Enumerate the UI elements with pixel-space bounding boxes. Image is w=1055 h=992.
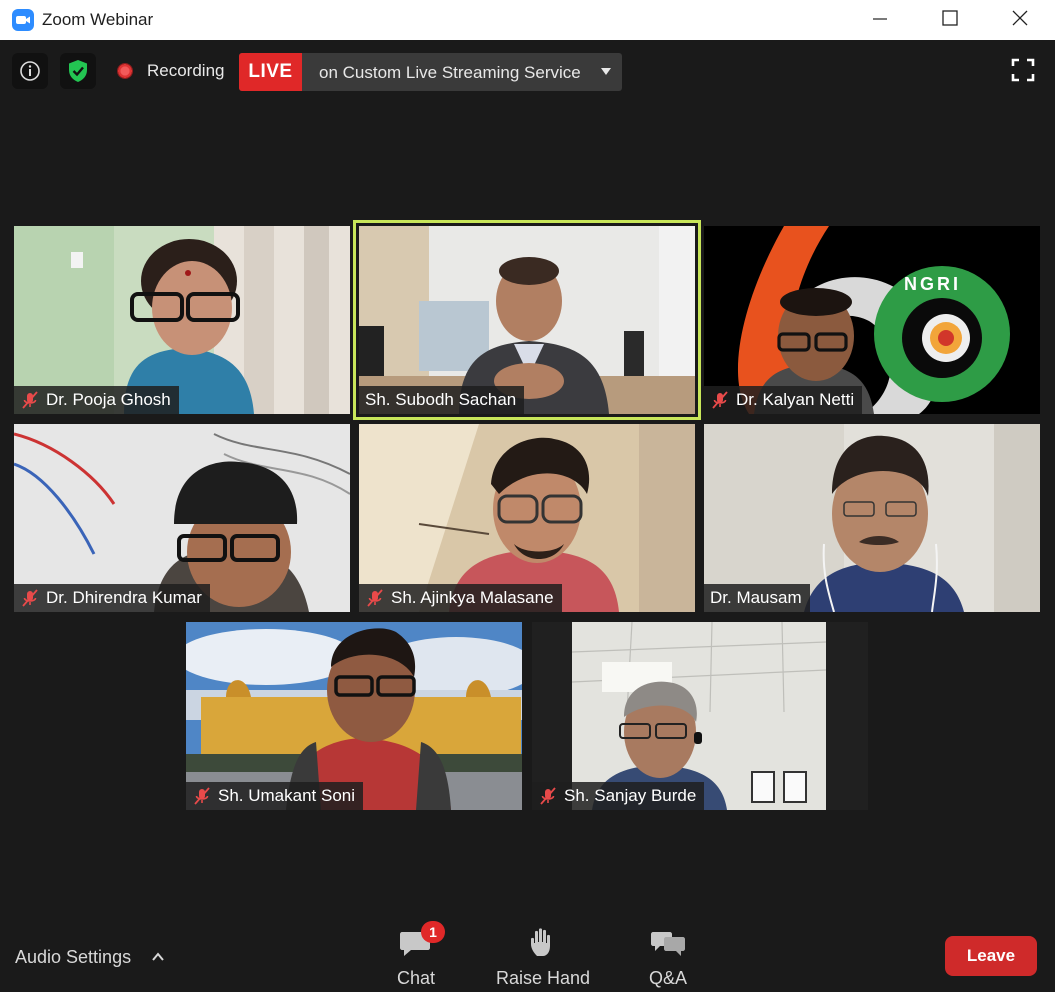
participant-nameplate: Dr. Mausam bbox=[704, 584, 810, 612]
window-titlebar: Zoom Webinar bbox=[0, 0, 1055, 40]
video-tile[interactable]: Dr. Pooja Ghosh bbox=[14, 226, 350, 414]
maximize-button[interactable] bbox=[932, 6, 968, 34]
chat-label: Chat bbox=[396, 968, 436, 988]
audio-settings-button[interactable]: Audio Settings bbox=[15, 947, 131, 968]
recording-indicator-icon bbox=[117, 63, 133, 79]
live-badge: LIVE bbox=[239, 53, 302, 91]
ngri-logo-text: NGRI bbox=[904, 274, 961, 294]
participant-name: Sh. Subodh Sachan bbox=[365, 390, 517, 409]
participant-nameplate: Dr. Pooja Ghosh bbox=[14, 386, 179, 414]
video-tile[interactable]: Dr. Mausam bbox=[704, 424, 1040, 612]
participant-name: Sh. Sanjay Burde bbox=[564, 786, 697, 805]
shield-check-icon bbox=[69, 60, 87, 82]
window-title: Zoom Webinar bbox=[42, 10, 154, 29]
video-tile[interactable]: Dr. Dhirendra Kumar bbox=[14, 424, 350, 612]
video-tile[interactable]: Sh. Ajinkya Malasane bbox=[359, 424, 695, 612]
participant-name: Dr. Kalyan Netti bbox=[736, 390, 855, 409]
participant-nameplate: Sh. Subodh Sachan bbox=[359, 386, 525, 414]
leave-button[interactable]: Leave bbox=[945, 936, 1037, 976]
zoom-logo-icon bbox=[12, 9, 34, 31]
chevron-up-icon[interactable] bbox=[151, 950, 165, 964]
chevron-down-icon bbox=[601, 68, 611, 75]
info-button[interactable] bbox=[12, 53, 48, 89]
participant-nameplate: Sh. Ajinkya Malasane bbox=[359, 584, 562, 612]
participant-name: Sh. Umakant Soni bbox=[218, 786, 356, 805]
fullscreen-button[interactable] bbox=[1009, 56, 1037, 84]
participant-nameplate: Sh. Umakant Soni bbox=[186, 782, 364, 810]
security-button[interactable] bbox=[60, 53, 96, 89]
recording-label: Recording bbox=[147, 61, 225, 80]
raise-hand-label: Raise Hand bbox=[495, 968, 591, 988]
mic-muted-icon bbox=[22, 589, 38, 607]
participant-nameplate: Dr. Dhirendra Kumar bbox=[14, 584, 210, 612]
participant-name: Sh. Ajinkya Malasane bbox=[391, 588, 554, 607]
close-button[interactable] bbox=[1002, 6, 1038, 34]
video-tile[interactable]: Sh. Umakant Soni bbox=[186, 622, 522, 810]
participant-name: Dr. Pooja Ghosh bbox=[46, 390, 171, 409]
raise-hand-icon bbox=[531, 928, 550, 956]
video-tile[interactable]: Sh. Subodh Sachan bbox=[359, 226, 695, 414]
mic-muted-icon bbox=[540, 787, 556, 805]
mic-muted-icon bbox=[194, 787, 210, 805]
mic-muted-icon bbox=[22, 391, 38, 409]
chat-unread-badge: 1 bbox=[421, 921, 445, 943]
qa-icon bbox=[651, 932, 685, 956]
live-stream-label: on Custom Live Streaming Service bbox=[319, 63, 581, 82]
mic-muted-icon bbox=[712, 391, 728, 409]
qa-label: Q&A bbox=[648, 968, 687, 988]
participant-nameplate: Sh. Sanjay Burde bbox=[532, 782, 705, 810]
participant-nameplate: Dr. Kalyan Netti bbox=[704, 386, 863, 414]
participant-name: Dr. Mausam bbox=[710, 588, 802, 607]
info-icon bbox=[20, 61, 40, 81]
mic-muted-icon bbox=[367, 589, 383, 607]
participant-name: Dr. Dhirendra Kumar bbox=[46, 588, 202, 607]
chat-button[interactable]: 1 Chat bbox=[366, 921, 466, 992]
raise-hand-button[interactable]: Raise Hand bbox=[493, 926, 593, 992]
minimize-button[interactable] bbox=[862, 6, 898, 34]
qa-button[interactable]: Q&A bbox=[618, 926, 718, 992]
video-tile[interactable]: NGRI Dr. Kalyan Netti bbox=[704, 226, 1040, 414]
fullscreen-icon bbox=[1011, 58, 1035, 82]
live-stream-dropdown[interactable]: LIVE on Custom Live Streaming Service bbox=[239, 53, 622, 91]
video-tile[interactable]: Sh. Sanjay Burde bbox=[532, 622, 868, 810]
